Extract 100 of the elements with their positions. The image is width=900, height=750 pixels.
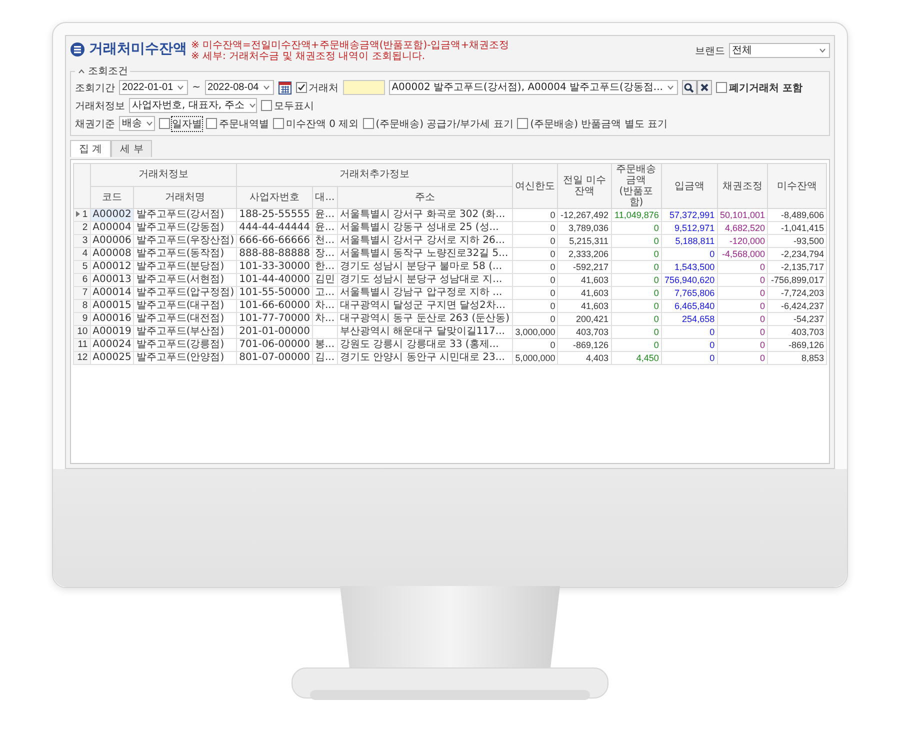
row-header[interactable]: 3 (74, 234, 90, 248)
table-cell: 666-66-66666 (236, 234, 312, 248)
brand-dropdown[interactable]: 전체 (729, 43, 830, 58)
tab[interactable]: 집 계 (70, 140, 112, 157)
row-header[interactable]: 5 (74, 260, 90, 274)
table-cell: 경기도 안양시 동안구 시민대로 23... (337, 352, 512, 364)
table-cell: A00008 (90, 248, 134, 260)
row-header[interactable]: 8 (74, 300, 90, 312)
row-header[interactable]: 12 (74, 352, 90, 364)
table-cell (312, 326, 338, 338)
table-cell: 0 (611, 312, 662, 326)
corner-cell (74, 164, 90, 208)
column-header[interactable]: 미수잔액 (768, 164, 826, 208)
table-cell: 57,372,991 (661, 208, 718, 222)
table-cell: 5,188,811 (661, 234, 718, 248)
table-cell: -756,899,017 (768, 274, 826, 286)
table-cell: 0 (512, 300, 558, 312)
checkbox[interactable] (206, 118, 217, 129)
column-header[interactable]: 사업자번호 (236, 186, 312, 208)
clear-button[interactable] (696, 80, 712, 95)
column-header[interactable]: 거래처명 (134, 186, 237, 208)
basis-dropdown[interactable]: 배송 (119, 116, 155, 131)
table-cell: 1,543,500 (661, 260, 718, 274)
row-header[interactable]: 2 (74, 222, 90, 234)
column-header[interactable]: 여신한도 (512, 164, 558, 208)
checkbox[interactable] (261, 100, 272, 111)
table-cell: 3,789,036 (558, 222, 612, 234)
menu-icon (70, 42, 85, 57)
table-cell: 41,603 (558, 300, 612, 312)
table-cell: 5,000,000 (512, 352, 558, 364)
table-cell: 101-77-70000 (236, 312, 312, 326)
table-cell: 0 (512, 234, 558, 248)
column-header[interactable]: 전일 미수잔액 (558, 164, 612, 208)
table-cell: 0 (611, 300, 662, 312)
checkbox[interactable] (716, 82, 727, 93)
checkbox[interactable] (517, 118, 528, 129)
table-cell: 9,512,971 (661, 222, 718, 234)
table-cell: 0 (512, 286, 558, 300)
client-dropdown[interactable]: A00002 발주고푸드(강서점), A00004 발주고푸드(강동점... (388, 80, 678, 95)
table-cell: 0 (611, 338, 662, 352)
row-header[interactable]: 9 (74, 312, 90, 326)
row-header[interactable]: 1 (74, 208, 90, 222)
table-cell: 4,403 (558, 352, 612, 364)
table-cell: 701-06-00000 (236, 338, 312, 352)
row-header[interactable]: 10 (74, 326, 90, 338)
table-cell: 발주고푸드(강릉점) (134, 338, 237, 352)
table-cell: 4,682,520 (717, 222, 768, 234)
table-cell: -1,041,415 (768, 222, 826, 234)
column-header[interactable]: 채권조정 (717, 164, 768, 208)
table-cell: 서울특별시 동작구 노량진로32길 5... (337, 248, 512, 260)
table-cell: 0 (717, 300, 768, 312)
period-label: 조회기간 (75, 82, 115, 94)
table-cell: 장... (312, 248, 338, 260)
date-from-field[interactable]: 2022-01-01 (119, 80, 188, 95)
table-cell: 0 (611, 326, 662, 338)
table-cell: 201-01-00000 (236, 326, 312, 338)
table-cell: 발주고푸드(압구정점) (134, 286, 237, 300)
formula-note: ※ 미수잔액=전일미수잔액+주문배송금액(반품포함)-입금액+채권조정 (191, 40, 510, 51)
table-cell: 0 (512, 312, 558, 326)
column-header[interactable]: 대... (312, 186, 338, 208)
table-cell: 차... (312, 300, 338, 312)
row-header[interactable]: 6 (74, 274, 90, 286)
checkbox[interactable] (273, 118, 284, 129)
table-cell: -2,234,794 (768, 248, 826, 260)
date-to-field[interactable]: 2022-08-04 (204, 80, 274, 95)
column-header[interactable]: 입금액 (661, 164, 718, 208)
column-header[interactable]: 주소 (337, 186, 512, 208)
tab[interactable]: 세 부 (111, 140, 152, 157)
checkbox[interactable] (362, 118, 374, 129)
checkbox[interactable] (159, 118, 170, 129)
client-info-dropdown[interactable]: 사업자번호, 대표자, 주소 (129, 98, 257, 113)
row-pointer-icon (76, 211, 80, 217)
column-header[interactable]: 코드 (90, 186, 134, 208)
table-cell: 200,421 (558, 312, 612, 326)
table-cell: 0 (512, 338, 558, 352)
table-cell: 경기도 성남시 분당구 불마로 58 (... (337, 260, 512, 274)
checkbox[interactable] (296, 82, 307, 93)
table-cell: 강원도 강릉시 강릉대로 33 (홍제... (337, 338, 512, 352)
caret-icon (176, 83, 186, 92)
table-cell: 발주고푸드(우장산점) (134, 234, 237, 248)
row-header[interactable]: 11 (74, 338, 90, 352)
row-header[interactable]: 7 (74, 286, 90, 300)
table-cell: 서울특별시 강남구 압구정로 지하 ... (337, 286, 512, 300)
table-cell: 0 (512, 208, 558, 222)
row-header[interactable]: 4 (74, 248, 90, 260)
calendar-icon[interactable] (278, 80, 292, 94)
column-header[interactable]: 주문배송금액 (반품포함) (611, 164, 662, 208)
table-cell: 0 (717, 338, 768, 352)
table-cell: -6,424,237 (768, 300, 826, 312)
table-cell: 403,703 (558, 326, 612, 338)
table-cell: 101-55-50000 (236, 286, 312, 300)
table-cell: 0 (512, 274, 558, 286)
option-label: (주문배송) 반품금액 별도 표기 (530, 118, 668, 130)
search-icon (684, 82, 694, 92)
table-cell: 444-44-44444 (236, 222, 312, 234)
search-button[interactable] (682, 80, 697, 95)
table-cell: A00015 (90, 300, 134, 312)
client-code-field[interactable] (342, 80, 385, 95)
table-cell: 5,215,311 (558, 234, 612, 248)
chevron-up-icon[interactable] (77, 66, 86, 76)
